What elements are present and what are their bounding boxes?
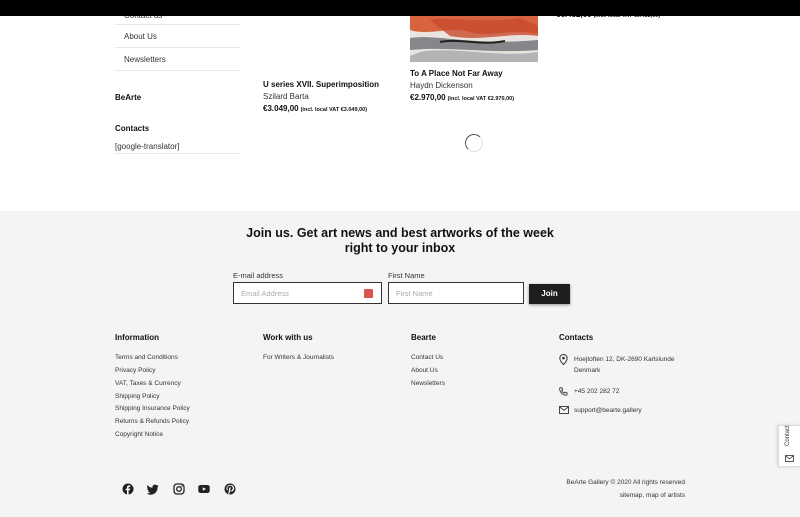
- artwork-price: €3.049,00 (incl. local VAT €3.049,00): [263, 104, 367, 113]
- address-line1: Hoejtoften 12, DK-2690 Karlslunde: [574, 356, 675, 363]
- pinterest-icon[interactable]: [224, 483, 236, 495]
- footer-heading-contacts: Contacts: [559, 333, 594, 342]
- price-value: €3.049,00: [263, 104, 299, 113]
- footer-link-returns[interactable]: Returns & Refunds Policy: [115, 418, 189, 425]
- email-field[interactable]: Email Address: [233, 282, 382, 304]
- artwork-artist[interactable]: Szilard Barta: [263, 92, 309, 101]
- email-label: E-mail address: [233, 271, 284, 280]
- address-line2: Denmark: [574, 366, 601, 374]
- sidebar-link-newsletters[interactable]: Newsletters: [115, 50, 240, 71]
- email-placeholder: Email Address: [241, 289, 289, 298]
- footer-heading-information: Information: [115, 333, 159, 342]
- footer-link-newsletters[interactable]: Newsletters: [411, 380, 445, 387]
- contact-side-tab[interactable]: Contact: [778, 425, 800, 467]
- copyright-text: BeArte Gallery © 2020 All rights reserve…: [566, 479, 685, 486]
- footer: [0, 211, 800, 517]
- first-name-label: First Name: [388, 271, 425, 280]
- email-address: support@bearte.gallery: [574, 407, 642, 414]
- envelope-icon: [559, 406, 569, 414]
- footer-link-writers[interactable]: For Writers & Journalists: [263, 354, 334, 361]
- join-button[interactable]: Join: [529, 284, 570, 304]
- footer-heading-bearte: Bearte: [411, 333, 436, 342]
- artwork-image[interactable]: [410, 16, 538, 62]
- twitter-icon[interactable]: [147, 483, 159, 495]
- first-name-field[interactable]: First Name: [388, 282, 524, 304]
- footer-link-shipping[interactable]: Shipping Policy: [115, 393, 159, 400]
- google-translator-widget[interactable]: [google-translator]: [115, 142, 240, 154]
- footer-link-about-us[interactable]: About Us: [411, 367, 438, 374]
- sidebar-link-about-us[interactable]: About Us: [115, 28, 240, 48]
- artwork-title[interactable]: To A Place Not Far Away: [410, 69, 503, 78]
- footer-link-shipping-insurance[interactable]: Shipping Insurance Policy: [115, 405, 190, 412]
- contact-tab-label: Contact: [785, 425, 791, 446]
- instagram-icon[interactable]: [173, 483, 185, 495]
- autofill-key-icon[interactable]: [364, 289, 373, 298]
- price-vat-note: (incl. local VAT €2.970,00): [447, 96, 515, 102]
- facebook-icon[interactable]: [122, 483, 134, 495]
- newsletter-title-line2: right to your inbox: [344, 241, 456, 255]
- map-pin-icon: [559, 354, 568, 365]
- first-name-placeholder: First Name: [396, 289, 433, 298]
- footer-link-vat[interactable]: VAT, Taxes & Currency: [115, 380, 181, 387]
- loading-spinner-icon: [465, 134, 483, 152]
- envelope-icon: [785, 455, 794, 462]
- artwork-artist[interactable]: Haydn Dickenson: [410, 81, 473, 90]
- footer-bottom-links[interactable]: sitemap, map of artists: [620, 492, 685, 499]
- price-value: €2.970,00: [410, 93, 446, 102]
- footer-link-terms[interactable]: Terms and Conditions: [115, 354, 178, 361]
- youtube-icon[interactable]: [198, 483, 210, 495]
- phone-number: +45 202 282 72: [574, 388, 620, 395]
- sidebar-heading-contacts: Contacts: [115, 124, 150, 133]
- phone-icon: [559, 387, 568, 396]
- top-bar: [0, 0, 800, 16]
- footer-link-copyright[interactable]: Copyright Notice: [115, 431, 163, 438]
- newsletter-title-line1: Join us. Get art news and best artworks …: [246, 226, 554, 240]
- footer-heading-work-with-us: Work with us: [263, 333, 313, 342]
- footer-link-privacy[interactable]: Privacy Policy: [115, 367, 155, 374]
- sidebar-heading-bearte: BeArte: [115, 93, 142, 102]
- artwork-title[interactable]: U series XVII. Superimposition: [263, 80, 379, 89]
- artwork-price: €2.970,00 (incl. local VAT €2.970,00): [410, 93, 514, 102]
- footer-link-contact-us[interactable]: Contact Us: [411, 354, 443, 361]
- price-vat-note: (incl. local VAT €3.049,00): [300, 107, 368, 113]
